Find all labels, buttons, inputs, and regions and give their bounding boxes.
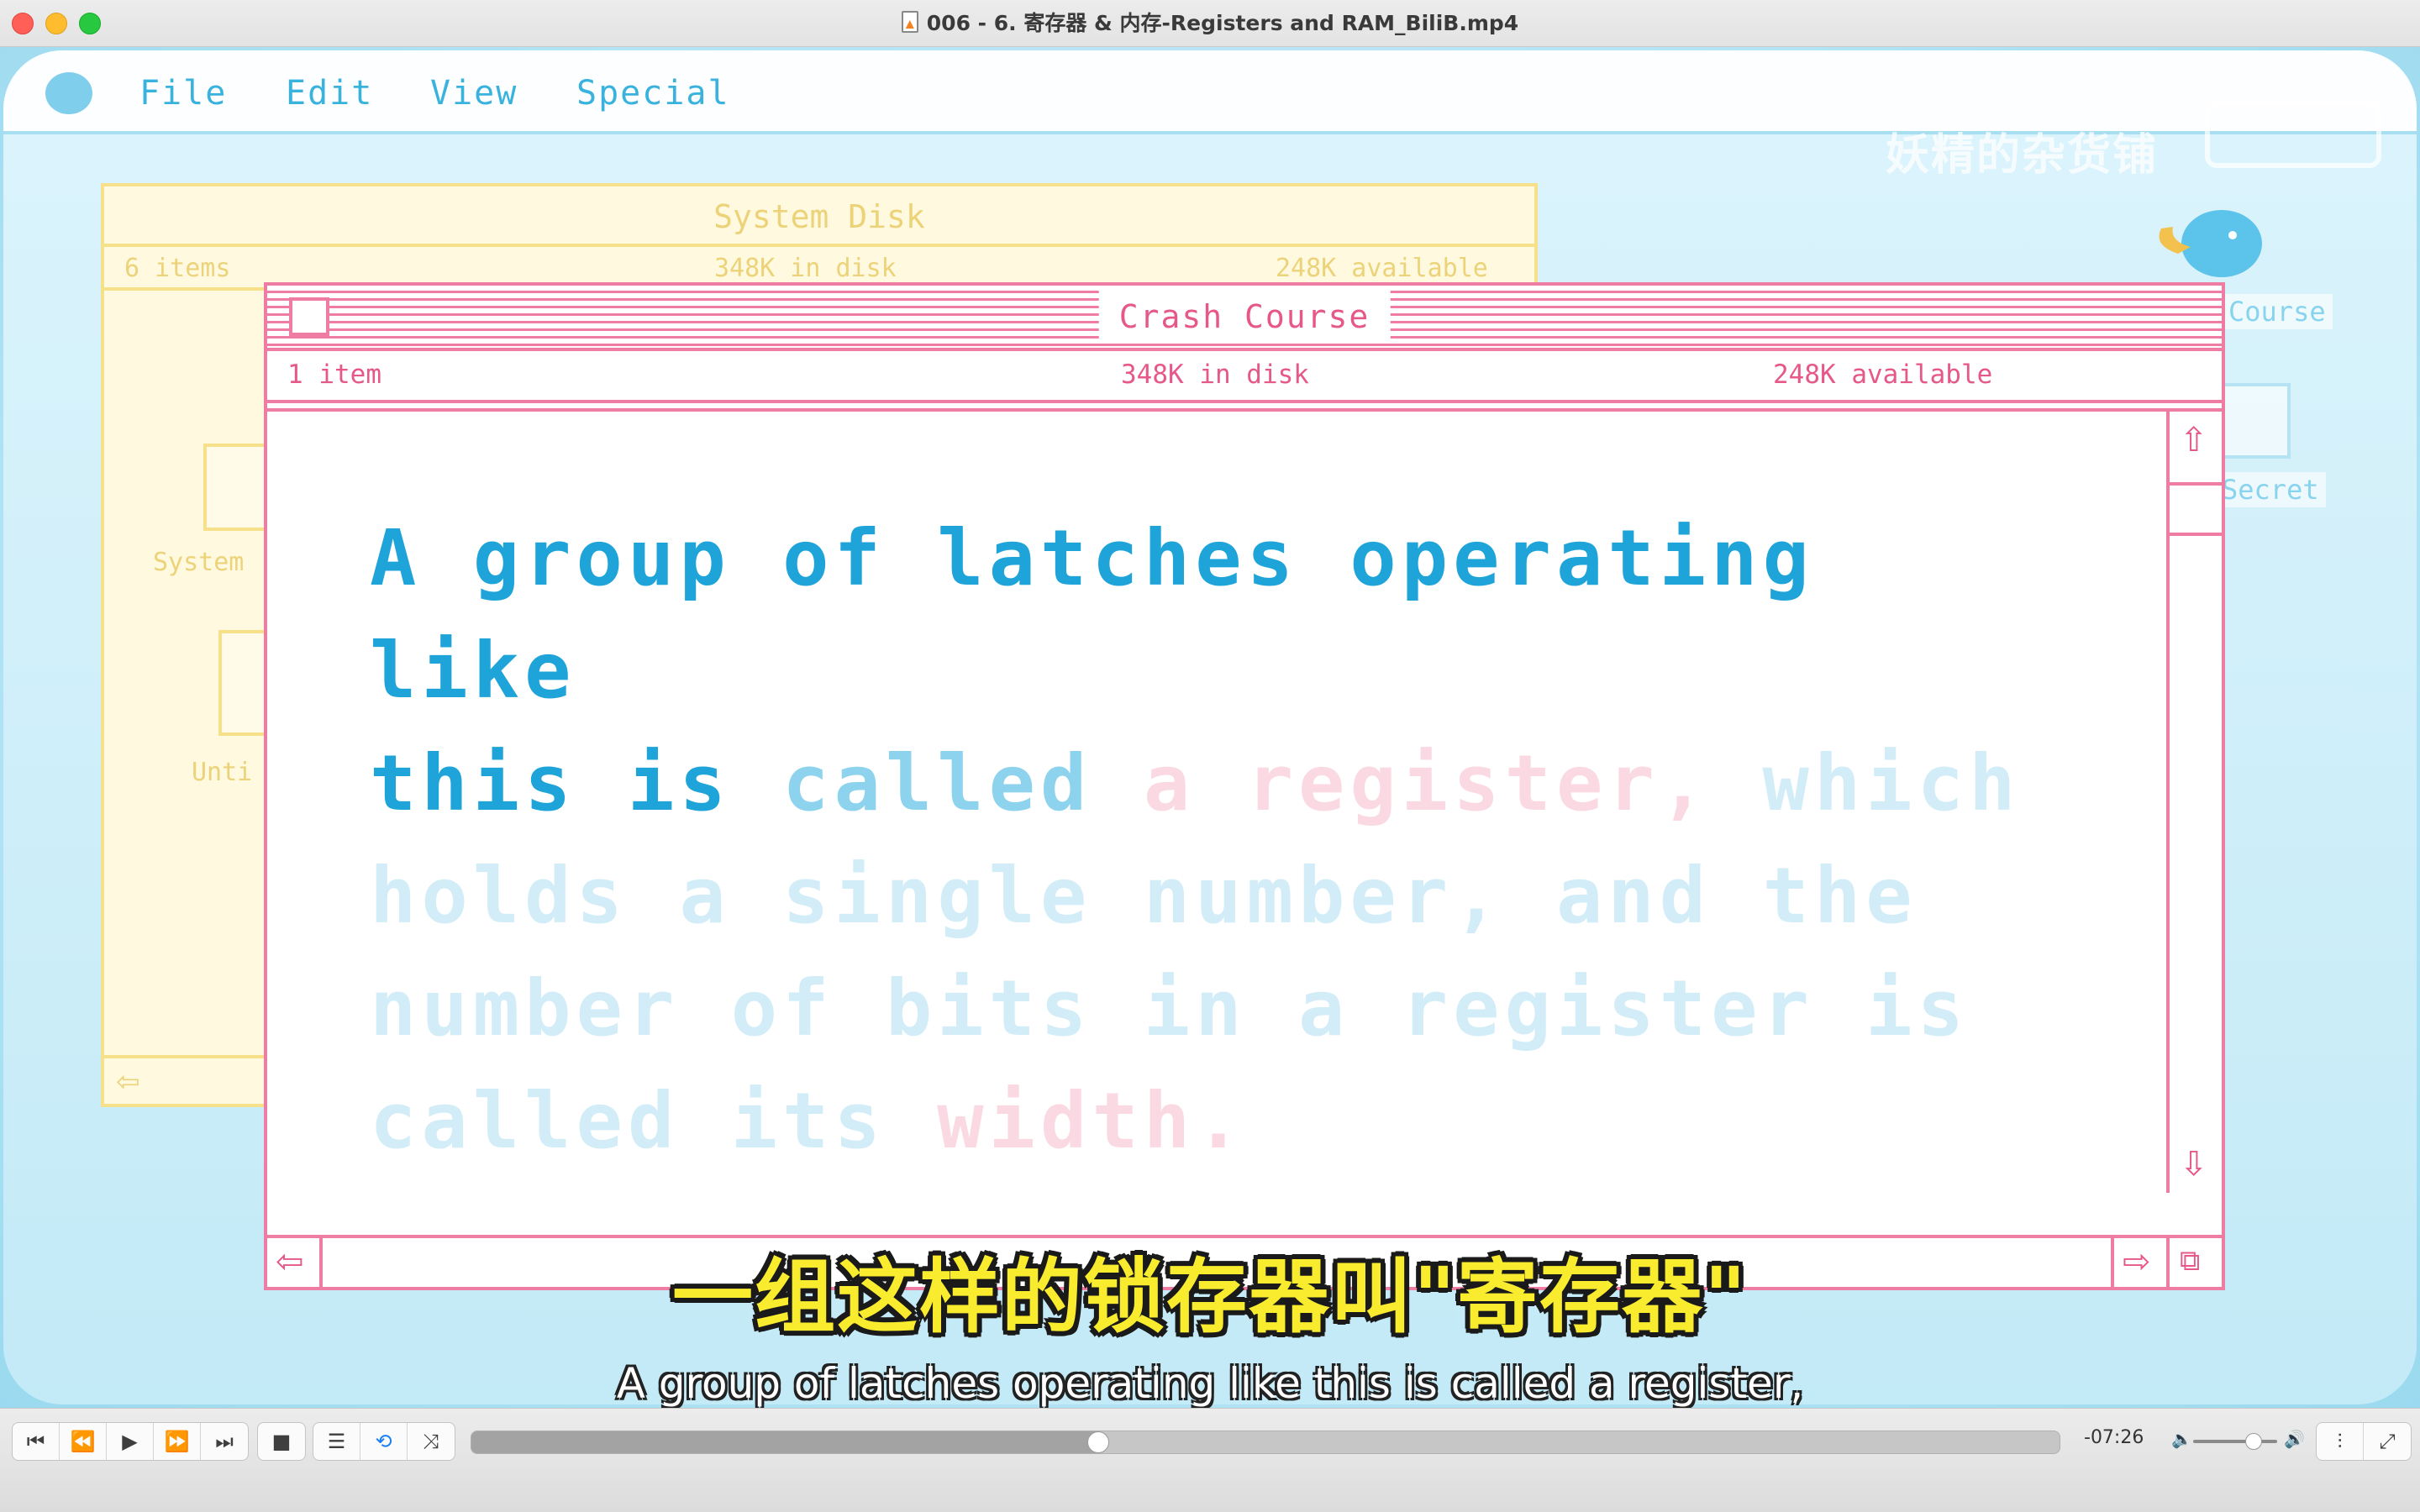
retro-close-box-icon (289, 297, 329, 336)
body-text-line: called its width. (370, 1065, 2033, 1178)
playlist-icon: ☰ (327, 1430, 346, 1453)
apple-logo-icon (45, 72, 92, 114)
shuffle-icon: ⤨ (423, 1430, 439, 1453)
playlist-button[interactable]: ☰ (313, 1423, 360, 1460)
menu-view: View (430, 74, 518, 113)
time-remaining[interactable]: -07:26 (2084, 1427, 2144, 1448)
crash-course-window: Crash Course 1 item 348K in disk 248K av… (264, 282, 2225, 1290)
system-folder-label: System (153, 548, 245, 577)
fast-forward-button[interactable]: ⏩ (154, 1423, 201, 1460)
body-text-segment: which (1762, 738, 2021, 828)
shuffle-button[interactable]: ⤨ (408, 1423, 455, 1460)
volume-high-icon[interactable]: 🔊 (2284, 1429, 2305, 1449)
extra-controls: ⫶ ⤢ (2316, 1422, 2412, 1461)
volume-slider[interactable] (2193, 1440, 2277, 1443)
watermark-text: 妖精的杂货铺 (1886, 130, 2159, 181)
body-text-segment: width. (937, 1076, 1247, 1166)
body-text-segment: A group of latches operating like (370, 513, 1814, 716)
scroll-down-icon: ⇩ (2180, 1145, 2208, 1184)
progress-fill (471, 1431, 1099, 1453)
skip-forward-button[interactable]: ⏭ (201, 1423, 248, 1460)
fast-forward-icon: ⏩ (164, 1430, 190, 1453)
secret-folder-icon (2222, 383, 2291, 459)
subtitle-chinese: 一组这样的锁存器叫"寄存器" (671, 1250, 1749, 1344)
loop-icon: ⟲ (375, 1430, 392, 1453)
cc-available: 248K available (1773, 360, 1993, 390)
crash-course-titlebar: Crash Course (267, 286, 2222, 351)
window-titlebar: 006 - 6. 寄存器 & 内存-Registers and RAM_Bili… (0, 0, 2420, 47)
desktop-course-label: Course (2222, 294, 2333, 329)
progress-bar[interactable] (471, 1431, 2060, 1454)
body-text-line: this is called a register, which (370, 727, 2033, 840)
cc-disk-usage: 348K in disk (1121, 360, 1309, 390)
retro-mac-screen: File Edit View Special 妖精的杂货铺 System Dis… (3, 50, 2417, 1404)
body-text-line: holds a single number, and the (370, 840, 2033, 953)
volume-knob[interactable] (2245, 1433, 2262, 1450)
scroll-up-icon: ⇧ (2180, 421, 2208, 459)
bilibili-logo-icon (2205, 101, 2381, 168)
desktop-secret-label: Secret (2215, 472, 2326, 507)
player-controls: ⏮ ⏪ ▶ ⏩ ⏭ ■ ☰ ⟲ ⤨ -07:26 🔈 🔊 ⫶ ⤢ (0, 1408, 2420, 1512)
cc-scroll-thumb (2170, 482, 2222, 536)
subtitle-english: A group of latches operating like this i… (616, 1359, 1804, 1408)
stop-icon: ■ (271, 1430, 292, 1453)
rewind-icon: ⏪ (70, 1430, 96, 1453)
play-button[interactable]: ▶ (107, 1423, 154, 1460)
volume-low-icon[interactable]: 🔈 (2171, 1429, 2192, 1449)
body-text-segment: number of bits in a register is (370, 963, 1970, 1053)
stop-control: ■ (257, 1422, 306, 1461)
equalizer-icon: ⫶ (2337, 1430, 2343, 1453)
equalizer-button[interactable]: ⫶ (2317, 1423, 2364, 1460)
crash-course-info: 1 item 348K in disk 248K available (267, 351, 2222, 403)
scroll-left-icon: ⇦ (116, 1065, 140, 1099)
system-disk-title: System Disk (104, 186, 1534, 247)
body-text-line: A group of latches operating like (370, 502, 2033, 727)
stop-button[interactable]: ■ (258, 1423, 305, 1460)
body-text-segment: holds a single number, and the (370, 851, 1918, 941)
transport-controls: ⏮ ⏪ ▶ ⏩ ⏭ (12, 1422, 249, 1461)
body-text-segment: this is (370, 738, 783, 828)
system-disk-items: 6 items (124, 254, 231, 283)
menu-edit: Edit (286, 74, 374, 113)
body-text-segment: called its (370, 1076, 938, 1166)
menu-file: File (139, 74, 228, 113)
untitled-doc-label: Unti (192, 758, 253, 787)
skip-back-icon: ⏮ (26, 1430, 45, 1453)
body-text-segment: called (782, 738, 1144, 828)
window-title-wrap: 006 - 6. 寄存器 & 内存-Registers and RAM_Bili… (0, 0, 2420, 47)
crash-course-elephant-icon (2159, 210, 2262, 277)
rewind-button[interactable]: ⏪ (60, 1423, 107, 1460)
body-text-segment: a register, (1143, 738, 1763, 828)
window-title: 006 - 6. 寄存器 & 内存-Registers and RAM_Bili… (926, 11, 1519, 35)
crash-course-body-text: A group of latches operating like this is… (370, 502, 2033, 1178)
skip-back-button[interactable]: ⏮ (13, 1423, 60, 1460)
cc-items: 1 item (287, 360, 381, 390)
play-icon: ▶ (122, 1430, 138, 1453)
cc-info-divider (267, 403, 2222, 412)
loop-button[interactable]: ⟲ (360, 1423, 408, 1460)
playlist-controls: ☰ ⟲ ⤨ (313, 1422, 455, 1461)
fullscreen-button[interactable]: ⤢ (2364, 1423, 2411, 1460)
body-text-line: number of bits in a register is (370, 953, 2033, 1065)
menu-special: Special (576, 74, 730, 113)
fullscreen-icon: ⤢ (2379, 1430, 2396, 1453)
cc-vertical-scrollbar: ⇧ ⇩ (2166, 412, 2222, 1193)
system-disk-hscroll: ⇦ (104, 1055, 281, 1104)
skip-forward-icon: ⏭ (215, 1430, 234, 1453)
crash-course-title: Crash Course (1098, 291, 1391, 343)
video-file-icon (901, 11, 918, 33)
video-frame[interactable]: File Edit View Special 妖精的杂货铺 System Dis… (0, 47, 2420, 1408)
